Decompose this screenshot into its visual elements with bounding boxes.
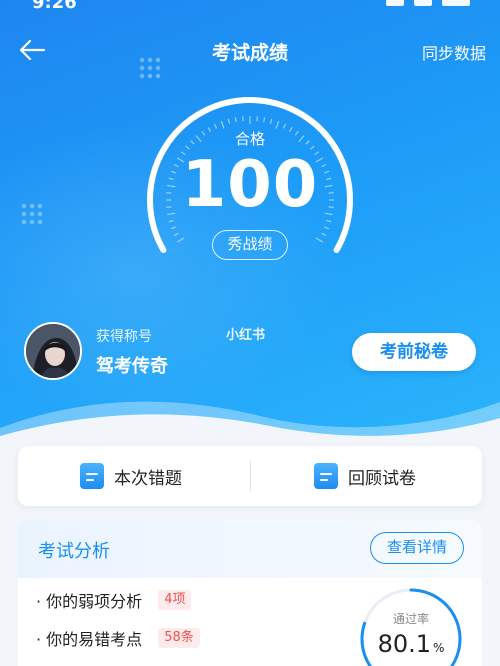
show-result-button[interactable]: 秀战绩 [212, 230, 288, 260]
view-details-button[interactable]: 查看详情 [370, 532, 464, 564]
gauge-tick [324, 226, 330, 230]
analysis-title: 考试分析 [38, 541, 110, 562]
gauge-tick [170, 226, 176, 230]
wrong-questions-label: 本次错题 [114, 468, 182, 489]
analysis-header: 考试分析 查看详情 [18, 520, 482, 578]
error-points-row[interactable]: · 你的易错考点 58条 [36, 626, 200, 650]
signal-icon [386, 0, 404, 6]
weak-items-row[interactable]: · 你的弱项分析 4项 [36, 588, 192, 612]
earned-title: 驾考传奇 [96, 356, 168, 377]
battery-icon [442, 0, 470, 6]
error-points-count: 58条 [158, 628, 200, 648]
status-icons [386, 0, 470, 6]
watermark: 小红书 [226, 328, 266, 343]
score-value: 100 [181, 148, 319, 222]
status-bar: 9:26 [0, 0, 500, 16]
avatar[interactable] [24, 322, 82, 380]
secret-paper-button[interactable]: 考前秘卷 [352, 333, 476, 371]
gauge-tick [234, 117, 237, 123]
review-paper-label: 回顾试卷 [348, 468, 416, 489]
analysis-card: 考试分析 查看详情 · 你的弱项分析 4项 · 你的易错考点 58条 通过率 8… [18, 520, 482, 666]
error-points-label: · 你的易错考点 [36, 630, 143, 649]
wrong-questions-button[interactable]: 本次错题 [80, 446, 182, 506]
weak-items-label: · 你的弱项分析 [36, 592, 143, 611]
pass-rate-number: 80.1 [377, 630, 432, 658]
wave-divider [0, 401, 500, 440]
pass-rate-unit: % [433, 641, 445, 655]
action-card: 本次错题 回顾试卷 [18, 446, 482, 506]
result-hero: 9:26 考试成绩 同步数据 合格 100 秀战绩 获得称号 驾考传奇 小红书 … [0, 0, 500, 440]
divider [250, 460, 251, 492]
wifi-icon [414, 0, 432, 6]
gauge-tick [227, 118, 231, 124]
gauge-tick [321, 232, 327, 237]
gauge-tick [176, 237, 185, 243]
gauge-tick [269, 118, 273, 124]
gauge-tick [315, 237, 324, 243]
pass-rate-value: 80.1% [358, 630, 464, 658]
wrong-list-icon [80, 463, 104, 489]
review-paper-button[interactable]: 回顾试卷 [314, 446, 416, 506]
status-time: 9:26 [32, 0, 77, 13]
weak-items-count: 4项 [158, 590, 192, 610]
gauge-tick [173, 232, 179, 237]
gauge-tick [263, 117, 266, 123]
title-caption: 获得称号 [96, 329, 152, 345]
sync-data-button[interactable]: 同步数据 [422, 40, 486, 64]
pass-rate-label: 通过率 [392, 612, 429, 626]
review-paper-icon [314, 463, 338, 489]
result-label: 合格 [234, 130, 265, 148]
